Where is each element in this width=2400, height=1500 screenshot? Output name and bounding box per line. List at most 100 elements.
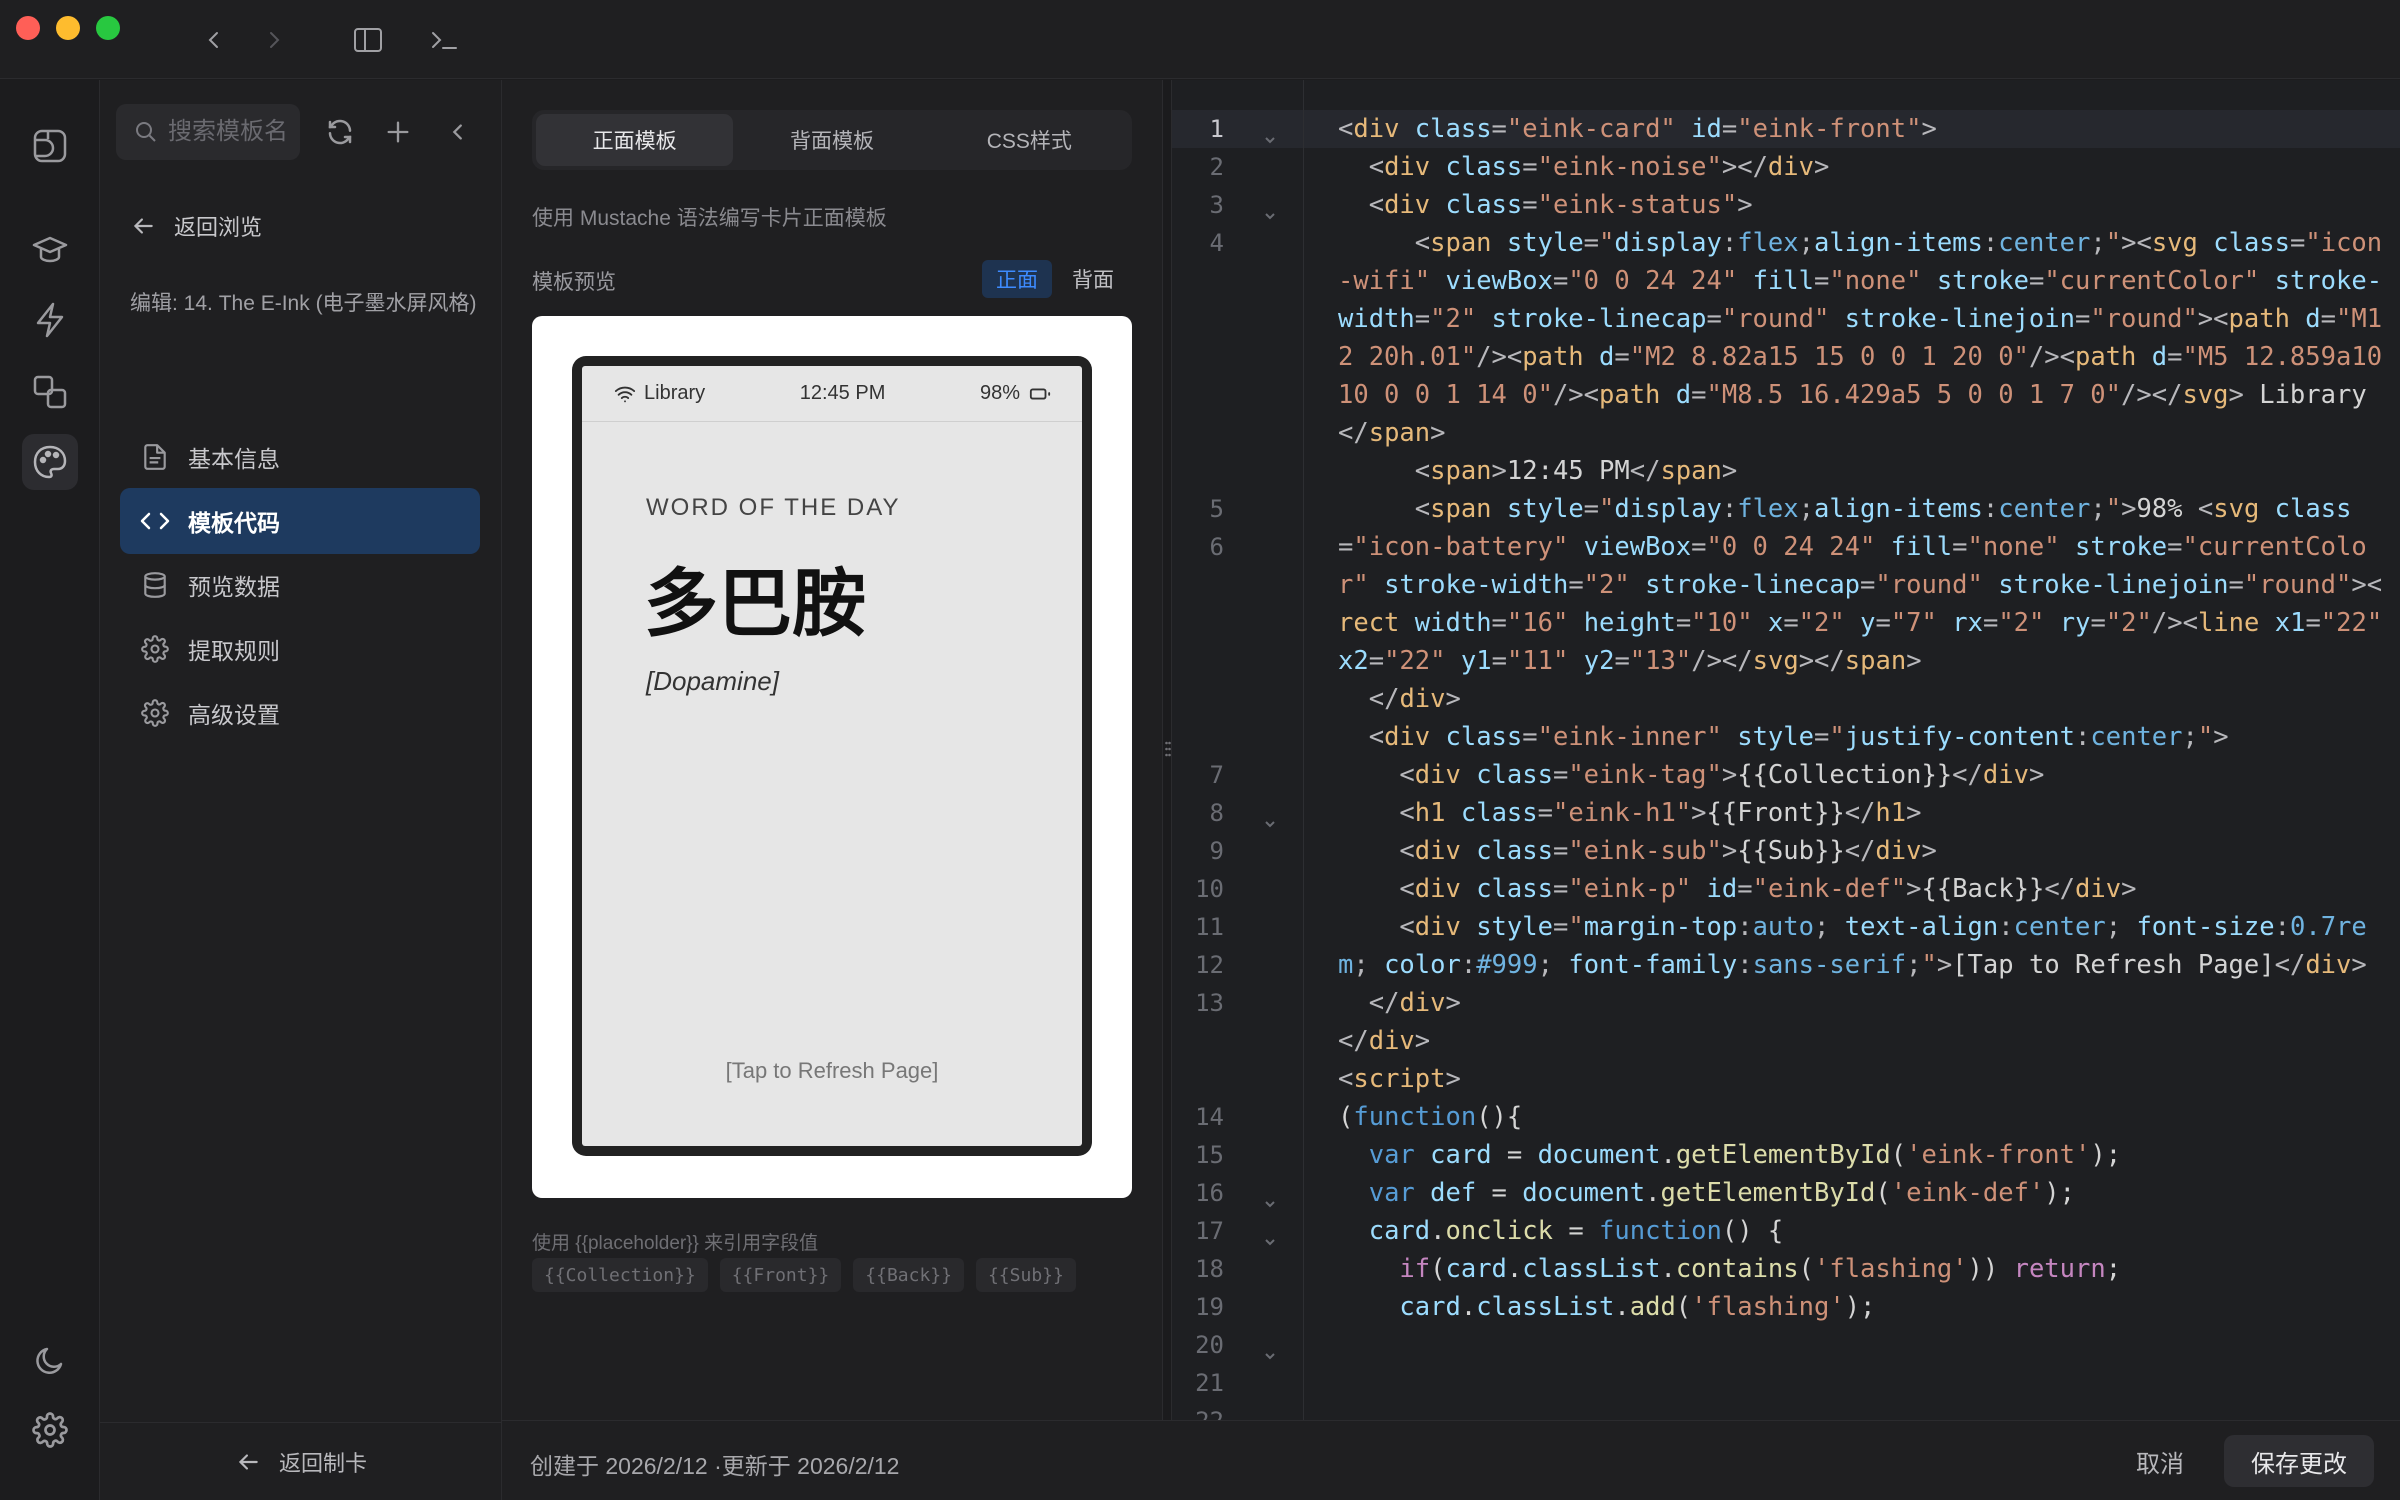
line-number: 21 (1195, 1369, 1224, 1397)
nav-item-template-code[interactable]: 模板代码 (120, 488, 480, 554)
tab-back-template[interactable]: 背面模板 (733, 114, 930, 166)
code-line: (function(){ (1338, 1102, 1523, 1132)
code-line: <div class="eink-p" id="eink-def">{{Back… (1399, 874, 2137, 904)
search-input[interactable] (168, 118, 286, 146)
code-line: <div class="eink-card" id="eink-front"> (1338, 114, 1937, 144)
placeholder-hint: 使用 {{placeholder}} 来引用字段值 (532, 1233, 819, 1254)
graduation-cap-icon[interactable] (22, 222, 78, 278)
code-icon (138, 504, 172, 538)
eink-front-word: 多巴胺 (644, 561, 866, 647)
template-hint: 使用 Mustache 语法编写卡片正面模板 (532, 207, 887, 230)
eink-sub: [Dopamine] (646, 666, 779, 696)
collapse-sidebar-button[interactable] (438, 112, 478, 152)
fold-chevron-icon[interactable] (1262, 208, 1278, 224)
gear-icon (138, 696, 172, 730)
line-number: 17 (1195, 1217, 1224, 1245)
chevron-left-icon[interactable] (196, 22, 232, 58)
code-line: </div> (1368, 988, 1461, 1018)
field-chip-back[interactable]: {{Back}} (853, 1258, 964, 1292)
chevron-left-icon (452, 124, 462, 140)
line-gutter: 1 2 3 4 5 6 7 8 9 10 11 12 13 14 15 16 1… (1172, 80, 1304, 1420)
timestamps: 创建于 2026/2/12 ·更新于 2026/2/12 (530, 1453, 900, 1479)
nav-item-label: 提取规则 (188, 638, 280, 664)
code-line: </div> (1368, 684, 1461, 714)
gear-icon[interactable] (22, 1402, 78, 1458)
lightning-icon[interactable] (22, 292, 78, 348)
minimize-window-button[interactable] (56, 16, 80, 40)
nav-item-extract-rules[interactable]: 提取规则 (120, 616, 480, 682)
tab-front-template[interactable]: 正面模板 (536, 114, 734, 166)
moon-icon[interactable] (22, 1332, 78, 1388)
fold-chevron-icon[interactable] (1262, 132, 1278, 148)
fold-chevron-icon[interactable] (1262, 1234, 1278, 1250)
database-icon (138, 568, 172, 602)
field-chip-sub[interactable]: {{Sub}} (975, 1258, 1076, 1292)
code-line: <span style="display:flex;align-items:ce… (1338, 494, 2383, 676)
eink-status-bar: Library 12:45 PM 98% (582, 366, 1082, 422)
zoom-window-button[interactable] (96, 16, 120, 40)
code-line: <span style="display:flex;align-items:ce… (1338, 228, 2398, 448)
icon-rail (0, 80, 100, 1500)
drag-handle-icon (1165, 741, 1171, 757)
back-to-cards-button[interactable]: 返回制卡 (100, 1422, 502, 1500)
line-number: 8 (1209, 799, 1224, 827)
fold-chevron-icon[interactable] (1262, 1196, 1278, 1212)
line-number: 18 (1195, 1255, 1224, 1283)
title-bar (0, 0, 2400, 79)
cancel-button[interactable]: 取消 (2110, 1435, 2210, 1487)
wifi-icon (614, 386, 636, 402)
save-changes-button[interactable]: 保存更改 (2224, 1435, 2374, 1487)
sidebar: 返回浏览 编辑: 14. The E-Ink (电子墨水屏风格) 基本信息 模板… (100, 80, 502, 1500)
code-line: card.classList.add('flashing'); (1399, 1292, 1876, 1322)
panel-splitter[interactable] (1162, 80, 1172, 1420)
code-line: if(card.classList.contains('flashing')) … (1399, 1254, 2122, 1284)
code-content[interactable]: <div class="eink-card" id="eink-front"> … (1338, 110, 2384, 1326)
sidebar-toggle-icon[interactable] (350, 22, 386, 58)
code-line: <div class="eink-inner" style="justify-c… (1368, 722, 2229, 752)
nav-item-advanced-settings[interactable]: 高级设置 (120, 680, 480, 746)
line-number: 4 (1209, 229, 1224, 257)
code-line: var def = document.getElementById('eink-… (1368, 1178, 2075, 1208)
code-line: <div class="eink-sub">{{Sub}}</div> (1399, 836, 1937, 866)
fold-chevron-icon[interactable] (1262, 816, 1278, 832)
line-number: 12 (1195, 951, 1224, 979)
terminal-icon[interactable] (426, 22, 462, 58)
code-editor[interactable]: 1 2 3 4 5 6 7 8 9 10 11 12 13 14 15 16 1… (1172, 80, 2400, 1420)
nav-item-label: 基本信息 (188, 446, 280, 472)
tab-css-style[interactable]: CSS样式 (931, 114, 1128, 166)
bottom-bar: 创建于 2026/2/12 ·更新于 2026/2/12 取消 保存更改 (502, 1420, 2400, 1500)
preview-back-toggle[interactable]: 背面 (1058, 260, 1128, 298)
add-template-button[interactable] (378, 112, 418, 152)
line-number: 6 (1209, 533, 1224, 561)
search-icon (136, 122, 156, 142)
status-time: 12:45 PM (799, 382, 886, 404)
arrow-left-icon (133, 218, 153, 234)
nav-item-preview-data[interactable]: 预览数据 (120, 552, 480, 618)
code-line: <span>12:45 PM</span> (1414, 456, 1738, 486)
preview-front-toggle[interactable]: 正面 (982, 260, 1052, 298)
refresh-button[interactable] (320, 112, 360, 152)
line-number: 15 (1195, 1141, 1224, 1169)
line-number: 9 (1209, 837, 1224, 865)
nav-item-label: 模板代码 (188, 510, 280, 536)
shapes-icon[interactable] (22, 364, 78, 420)
eink-refresh-hint: [Tap to Refresh Page] (725, 1058, 939, 1083)
code-line: <h1 class="eink-h1">{{Front}}</h1> (1399, 798, 1922, 828)
search-field[interactable] (116, 104, 300, 160)
chevron-right-icon[interactable] (256, 22, 292, 58)
fold-chevron-icon[interactable] (1262, 1348, 1278, 1364)
close-window-button[interactable] (16, 16, 40, 40)
field-chip-front[interactable]: {{Front}} (719, 1258, 842, 1292)
field-chip-collection[interactable]: {{Collection}} (532, 1258, 708, 1292)
plus-icon (387, 121, 409, 143)
back-to-browse-link[interactable]: 返回浏览 (130, 204, 262, 248)
template-panel: 正面模板 背面模板 CSS样式 使用 Mustache 语法编写卡片正面模板 模… (502, 80, 1162, 1420)
nav-item-basic-info[interactable]: 基本信息 (120, 424, 480, 490)
notebook-icon[interactable] (22, 118, 78, 174)
code-line: <div class="eink-status"> (1368, 190, 1753, 220)
eink-card-front[interactable]: Library 12:45 PM 98% WORD OF THE DAY 多巴胺… (582, 366, 1082, 1146)
line-number: 5 (1209, 495, 1224, 523)
document-icon (138, 440, 172, 474)
nav-item-label: 高级设置 (188, 702, 280, 728)
palette-icon[interactable] (22, 434, 78, 490)
